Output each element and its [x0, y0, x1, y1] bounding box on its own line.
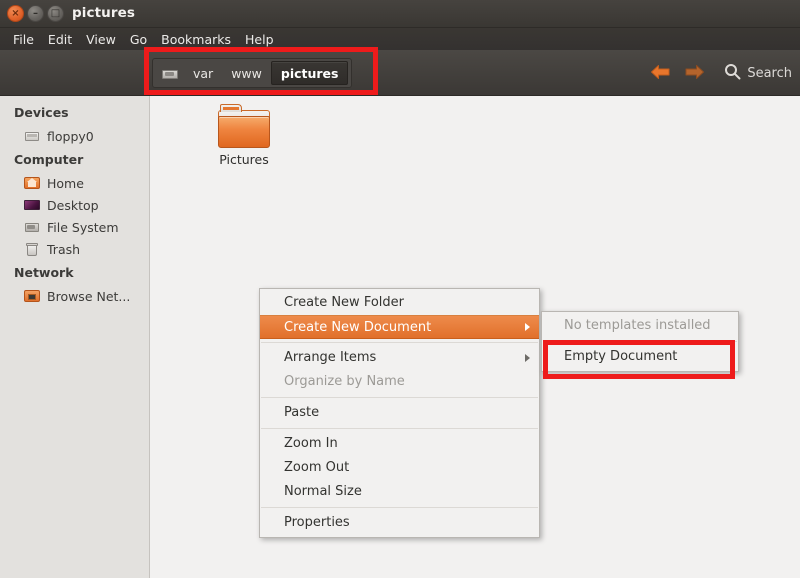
navigation-buttons: [650, 64, 705, 80]
menu-item-properties[interactable]: Properties: [260, 511, 539, 535]
breadcrumb: var www pictures: [152, 58, 353, 88]
submenu-arrow-icon: [525, 323, 530, 331]
menu-help[interactable]: Help: [238, 30, 281, 49]
breadcrumb-disk-button[interactable]: [156, 61, 184, 85]
menubar: File Edit View Go Bookmarks Help: [0, 28, 800, 50]
sidebar-item-label: Home: [47, 175, 84, 191]
filesystem-disk-icon: [24, 219, 40, 235]
menu-separator: [261, 507, 538, 508]
menu-item-paste[interactable]: Paste: [260, 401, 539, 425]
menu-bookmarks[interactable]: Bookmarks: [154, 30, 238, 49]
menu-separator: [261, 397, 538, 398]
menu-edit[interactable]: Edit: [41, 30, 79, 49]
back-arrow-icon[interactable]: [650, 64, 671, 80]
sidebar-item-floppy0[interactable]: floppy0: [0, 125, 149, 147]
menu-item-label: Create New Document: [284, 320, 432, 335]
breadcrumb-pictures[interactable]: pictures: [270, 61, 349, 85]
menu-view[interactable]: View: [79, 30, 123, 49]
sidebar-heading-devices: Devices: [14, 105, 69, 120]
submenu-item-no-templates-installed: No templates installed: [564, 318, 711, 333]
breadcrumb-var[interactable]: var: [184, 61, 222, 85]
sidebar-item-label: Trash: [47, 241, 81, 257]
forward-arrow-icon[interactable]: [684, 64, 705, 80]
submenu-arrow-icon: [525, 354, 530, 362]
sidebar-heading-computer: Computer: [14, 152, 84, 167]
menu-separator: [261, 428, 538, 429]
menu-separator: [261, 342, 538, 343]
window-controls: × – □: [7, 5, 64, 22]
submenu-item-empty-document[interactable]: Empty Document: [542, 345, 738, 369]
disk-icon: [162, 67, 178, 80]
sidebar: Devices floppy0 Computer Home Desktop Fi…: [0, 96, 150, 578]
create-new-document-submenu: No templates installed Empty Document: [541, 311, 739, 372]
menu-file[interactable]: File: [6, 30, 41, 49]
menu-item-zoom-in[interactable]: Zoom In: [260, 432, 539, 456]
sidebar-item-label: File System: [47, 219, 119, 235]
maximize-button[interactable]: □: [47, 5, 64, 22]
minimize-button[interactable]: –: [27, 5, 44, 22]
sidebar-heading-network: Network: [14, 265, 74, 280]
menu-item-normal-size[interactable]: Normal Size: [260, 480, 539, 504]
home-folder-icon: [24, 175, 40, 191]
search-area[interactable]: Search: [724, 63, 792, 84]
menu-go[interactable]: Go: [123, 30, 154, 49]
menu-item-arrange-items[interactable]: Arrange Items: [260, 346, 539, 370]
sidebar-item-browse-network[interactable]: Browse Net...: [0, 285, 149, 307]
sidebar-item-label: Desktop: [47, 197, 99, 213]
menu-item-zoom-out[interactable]: Zoom Out: [260, 456, 539, 480]
menu-item-label: Arrange Items: [284, 350, 377, 365]
trash-icon: [24, 241, 40, 257]
desktop-icon: [24, 197, 40, 213]
toolbar: var www pictures Search: [0, 50, 800, 96]
context-menu: Create New Folder Create New Document Ar…: [259, 288, 540, 538]
sidebar-item-desktop[interactable]: Desktop: [0, 194, 149, 216]
floppy-icon: [24, 128, 40, 144]
breadcrumb-www[interactable]: www: [222, 61, 271, 85]
menu-separator: [543, 341, 737, 342]
file-item-pictures[interactable]: Pictures: [198, 104, 290, 167]
menu-item-create-new-document[interactable]: Create New Document: [260, 315, 539, 339]
search-icon[interactable]: [724, 63, 741, 84]
sidebar-item-home[interactable]: Home: [0, 172, 149, 194]
network-folder-icon: [24, 288, 40, 304]
menu-item-create-new-folder[interactable]: Create New Folder: [260, 291, 539, 315]
folder-icon: [218, 104, 270, 148]
file-item-label: Pictures: [219, 152, 269, 167]
sidebar-item-trash[interactable]: Trash: [0, 238, 149, 260]
sidebar-item-label: floppy0: [47, 128, 94, 144]
window-title: pictures: [72, 5, 136, 21]
menu-item-organize-by-name: Organize by Name: [284, 374, 405, 389]
close-button[interactable]: ×: [7, 5, 24, 22]
sidebar-item-file-system[interactable]: File System: [0, 216, 149, 238]
search-label: Search: [747, 66, 792, 81]
file-manager-window: × – □ pictures File Edit View Go Bookmar…: [0, 0, 800, 578]
window-titlebar: × – □ pictures: [0, 0, 800, 28]
sidebar-item-label: Browse Net...: [47, 288, 131, 304]
